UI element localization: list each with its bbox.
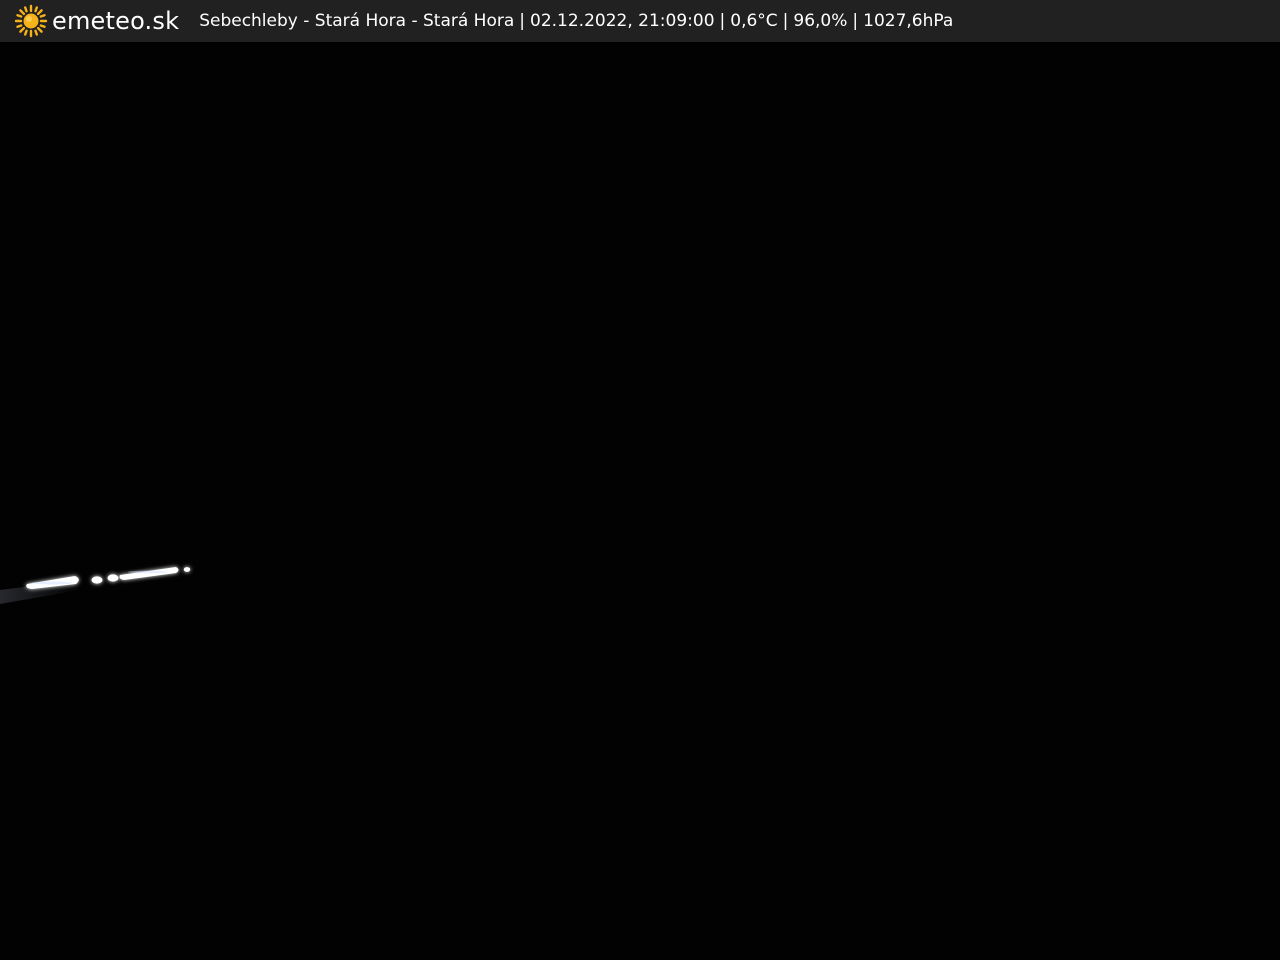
info-bar: emeteo.sk Sebechleby - Stará Hora - Star… — [0, 0, 1280, 42]
webcam-image — [0, 42, 1280, 960]
night-scene — [0, 42, 1280, 960]
temperature: 0,6°C — [730, 11, 778, 31]
humidity: 96,0% — [793, 11, 848, 31]
sun-icon — [14, 4, 48, 38]
separator: | — [519, 11, 526, 31]
separator: | — [852, 11, 859, 31]
separator: | — [782, 11, 789, 31]
webcam-frame: emeteo.sk Sebechleby - Stará Hora - Star… — [0, 0, 1280, 960]
webcam-caption: Sebechleby - Stará Hora - Stará Hora | 0… — [199, 11, 953, 31]
brand-name: emeteo.sk — [52, 7, 180, 35]
datetime: 02.12.2022, 21:09:00 — [530, 11, 715, 31]
pressure: 1027,6hPa — [863, 11, 954, 31]
separator: | — [719, 11, 726, 31]
logo[interactable]: emeteo.sk — [14, 4, 179, 38]
location-name: Sebechleby - Stará Hora - Stará Hora — [199, 11, 515, 31]
